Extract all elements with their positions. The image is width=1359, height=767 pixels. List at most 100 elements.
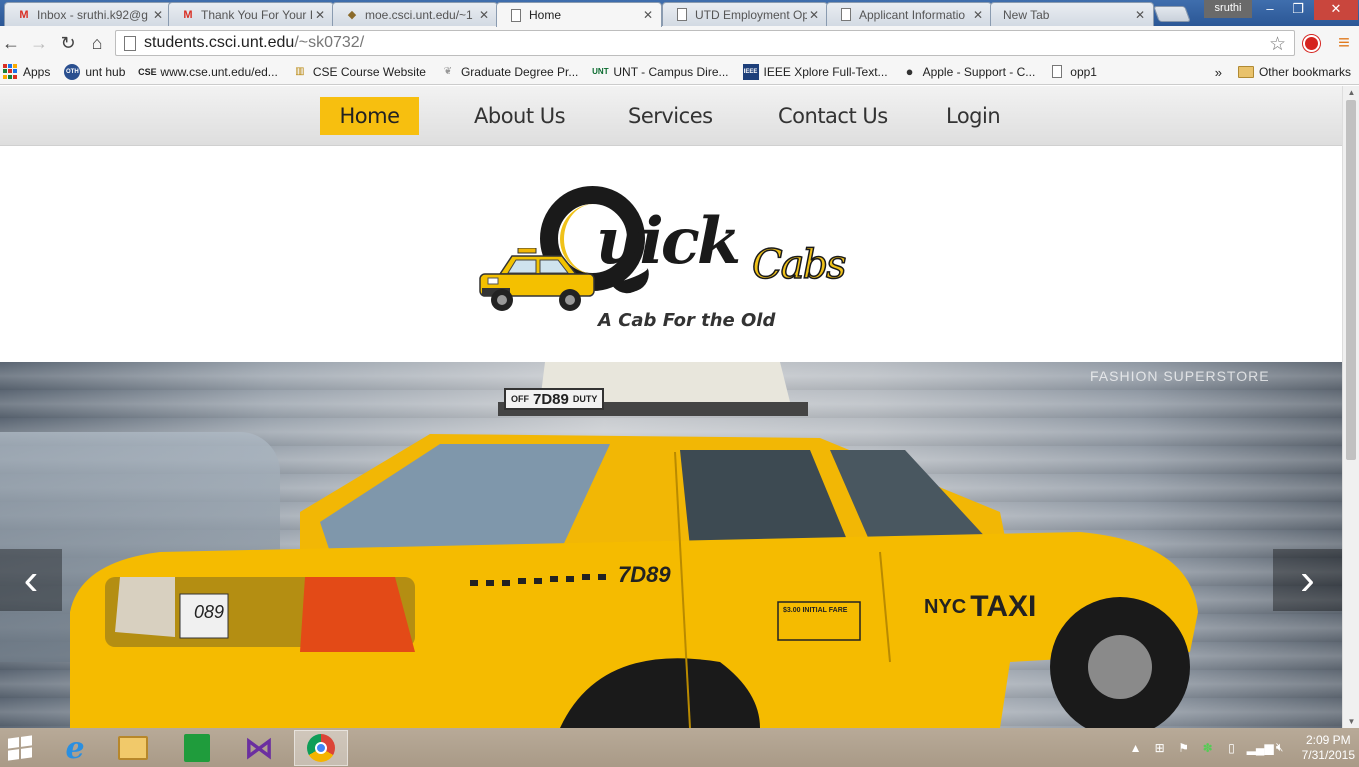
address-bar[interactable]: students.csci.unt.edu/~sk0732/ ☆ bbox=[115, 30, 1295, 56]
scroll-down-icon[interactable]: ▼ bbox=[1343, 717, 1359, 726]
bookmark-cse[interactable]: CSE www.cse.unt.edu/ed... bbox=[138, 64, 278, 80]
forward-arrow-icon[interactable]: → bbox=[28, 32, 50, 54]
nyc-taxi-logo: NYC TAXI bbox=[924, 590, 1036, 624]
folder-icon bbox=[1237, 66, 1254, 78]
tab-moe[interactable]: ◆ moe.csci.unt.edu/~1 ✕ bbox=[332, 2, 498, 26]
bookmark-apps[interactable]: Apps bbox=[2, 63, 51, 80]
taxi-label: TAXI bbox=[970, 590, 1037, 623]
menu-icon[interactable]: ≡ bbox=[1333, 32, 1355, 54]
home-icon[interactable]: ⌂ bbox=[86, 32, 108, 54]
bookmark-label: opp1 bbox=[1070, 64, 1097, 79]
carousel-next-button[interactable]: › bbox=[1273, 549, 1342, 611]
carousel-prev-button[interactable]: ‹ bbox=[0, 549, 62, 611]
unt-hub-icon: OTH bbox=[64, 63, 81, 80]
license-plate: 089 bbox=[194, 602, 225, 622]
close-icon[interactable]: ✕ bbox=[971, 8, 985, 22]
visual-studio-icon[interactable]: ⋈ bbox=[232, 730, 286, 766]
close-icon[interactable]: ✕ bbox=[151, 8, 165, 22]
profile-button[interactable]: sruthi bbox=[1204, 0, 1252, 18]
chevron-left-icon: ‹ bbox=[23, 555, 39, 604]
wifi-signal-icon[interactable]: ▂▄▆ bbox=[1247, 741, 1274, 755]
close-icon[interactable]: ✕ bbox=[313, 8, 327, 22]
nav-services[interactable]: Services bbox=[628, 97, 713, 135]
nav-contact-us[interactable]: Contact Us bbox=[778, 97, 888, 135]
windows-taskbar: e ⋈ ▲ ⊞ ⚑ ✽ ▯ ▂▄▆ 🔇︎ 2:09 PM 7/31/2015 bbox=[0, 728, 1359, 767]
page-scrollbar[interactable]: ▲ ▼ bbox=[1342, 86, 1359, 728]
roof-sign-duty: DUTY bbox=[572, 394, 598, 404]
bookmark-label: Graduate Degree Pr... bbox=[460, 64, 579, 79]
bookmark-graduate-degree[interactable]: ❦ Graduate Degree Pr... bbox=[440, 64, 579, 80]
taxi-photo bbox=[70, 362, 1198, 728]
bookmark-cse-course[interactable]: ▥ CSE Course Website bbox=[292, 64, 426, 80]
internet-explorer-icon[interactable]: e bbox=[48, 730, 102, 766]
volume-muted-icon[interactable]: 🔇︎ bbox=[1271, 740, 1289, 755]
taskbar-clock[interactable]: 2:09 PM 7/31/2015 bbox=[1302, 733, 1355, 763]
taxi-side-number: 7D89 bbox=[618, 562, 671, 587]
ieee-icon: IEEE bbox=[742, 63, 759, 80]
adblock-icon[interactable] bbox=[1300, 32, 1322, 54]
bookmarks-bar: Apps OTH unt hub CSE www.cse.unt.edu/ed.… bbox=[0, 59, 1359, 85]
bookmark-label: unt hub bbox=[85, 64, 126, 79]
tab-title: Thank You For Your I bbox=[201, 7, 313, 22]
bookmark-unt-campus[interactable]: UNT UNT - Campus Dire... bbox=[592, 64, 728, 80]
page-icon bbox=[509, 8, 523, 22]
feather-icon: ❦ bbox=[443, 66, 453, 77]
file-explorer-icon[interactable] bbox=[106, 730, 160, 766]
tab-home[interactable]: Home ✕ bbox=[496, 2, 662, 27]
bookmark-opp1[interactable]: opp1 bbox=[1049, 64, 1097, 80]
tab-applicant[interactable]: Applicant Informatio ✕ bbox=[826, 2, 992, 26]
restore-icon[interactable]: ❐ bbox=[1284, 0, 1312, 20]
chevron-right-icon: › bbox=[1300, 555, 1315, 604]
clock-date: 7/31/2015 bbox=[1301, 747, 1355, 762]
windows-start-icon[interactable] bbox=[0, 730, 40, 766]
bookmark-unt-hub[interactable]: OTH unt hub bbox=[64, 63, 126, 80]
clock-time: 2:09 PM bbox=[1305, 732, 1351, 747]
reload-icon[interactable]: ↻ bbox=[57, 32, 79, 54]
page-viewport: Home About Us Services Contact Us Login bbox=[0, 86, 1342, 728]
tab-title: Applicant Informatio bbox=[859, 7, 966, 22]
nav-about-us[interactable]: About Us bbox=[474, 97, 566, 135]
fare-sign: $3.00 INITIAL FARE bbox=[783, 607, 848, 614]
bookmark-label: CSE Course Website bbox=[312, 64, 426, 79]
action-center-flag-icon[interactable]: ⚑ bbox=[1175, 741, 1193, 755]
nav-login[interactable]: Login bbox=[946, 97, 1001, 135]
network-share-icon[interactable]: ✽ bbox=[1199, 741, 1217, 755]
roof-sign-off: OFF bbox=[511, 394, 529, 404]
show-hidden-icons[interactable]: ▲ bbox=[1127, 741, 1145, 755]
close-icon[interactable]: ✕ bbox=[807, 8, 821, 22]
scrollbar-thumb[interactable] bbox=[1346, 100, 1356, 460]
minimize-icon[interactable]: – bbox=[1256, 0, 1284, 20]
chrome-icon[interactable] bbox=[294, 730, 348, 766]
unt-icon: UNT bbox=[592, 67, 609, 76]
other-bookmarks-folder[interactable]: Other bookmarks bbox=[1237, 65, 1351, 79]
roof-sign-number: 7D89 bbox=[533, 390, 569, 408]
more-bookmarks-chevron[interactable]: » bbox=[1215, 65, 1222, 80]
course-icon: ▥ bbox=[295, 66, 305, 77]
taxi-roof-sign: OFF 7D89 DUTY bbox=[504, 388, 605, 410]
battery-icon[interactable]: ▯ bbox=[1223, 741, 1241, 755]
taxi-car-icon bbox=[479, 248, 595, 311]
nav-home[interactable]: Home bbox=[320, 97, 419, 135]
back-arrow-icon[interactable]: ← bbox=[0, 32, 22, 54]
windows-icon[interactable]: ⊞ bbox=[1151, 741, 1169, 755]
bookmark-star-icon[interactable]: ☆ bbox=[1269, 33, 1286, 56]
bookmark-apple-support[interactable]: ● Apple - Support - C... bbox=[902, 64, 1036, 80]
close-icon[interactable]: ✕ bbox=[1133, 8, 1147, 22]
new-tab-button[interactable] bbox=[1153, 6, 1191, 22]
tab-thank-you[interactable]: M Thank You For Your I ✕ bbox=[168, 2, 334, 26]
page-icon bbox=[124, 35, 136, 51]
scroll-up-icon[interactable]: ▲ bbox=[1343, 88, 1359, 97]
browser-tab-strip: M Inbox - sruthi.k92@g ✕ M Thank You For… bbox=[0, 0, 1359, 27]
close-icon[interactable]: ✕ bbox=[641, 8, 655, 22]
tab-inbox[interactable]: M Inbox - sruthi.k92@g ✕ bbox=[4, 2, 172, 26]
tab-utd[interactable]: UTD Employment Op ✕ bbox=[662, 2, 828, 26]
bookmark-ieee[interactable]: IEEE IEEE Xplore Full-Text... bbox=[742, 63, 888, 80]
gmail-icon: M bbox=[183, 8, 193, 21]
windows-store-icon[interactable] bbox=[170, 730, 224, 766]
nyc-label: NYC bbox=[924, 595, 967, 618]
close-icon[interactable]: ✕ bbox=[477, 8, 491, 22]
window-close-icon[interactable]: ✕ bbox=[1314, 0, 1358, 20]
tab-new-tab[interactable]: New Tab ✕ bbox=[990, 2, 1154, 26]
bookmark-label: Apps bbox=[23, 64, 51, 79]
url-host: students.csci.unt.edu bbox=[144, 34, 295, 51]
